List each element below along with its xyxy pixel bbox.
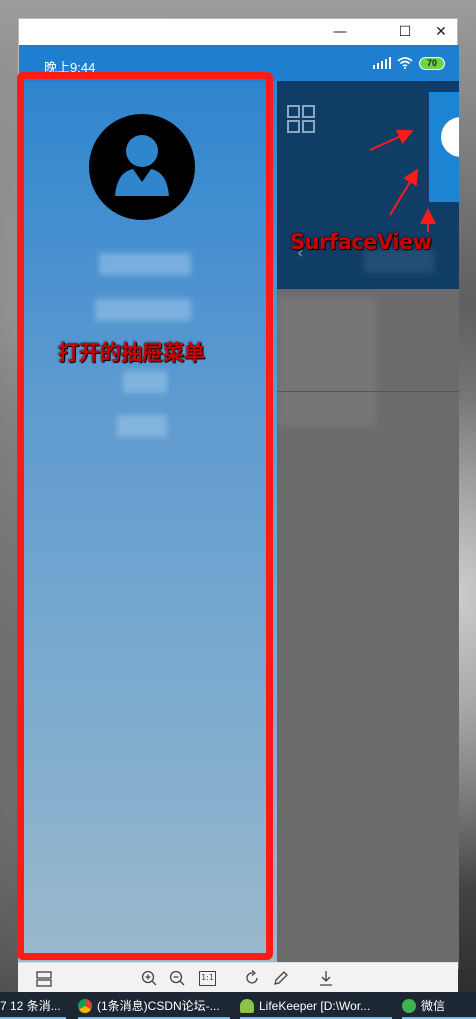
zoom-out-icon[interactable] <box>169 970 185 986</box>
viewer-toolbar: 1:1 <box>18 962 458 992</box>
taskbar-item-label: 微信 <box>421 999 446 1013</box>
windows-taskbar: 7 12 条消... (1条消息)CSDN论坛-... LifeKeeper [… <box>0 992 476 1019</box>
taskbar-item-label: LifeKeeper [D:\Wor... <box>259 998 371 1013</box>
drawer-annotation-label: 打开的抽屉菜单 <box>58 342 205 365</box>
list-item <box>277 297 377 427</box>
zoom-in-icon[interactable] <box>141 970 157 986</box>
wechat-icon <box>402 998 416 1013</box>
chrome-icon <box>78 998 92 1013</box>
arrow-1 <box>369 129 414 151</box>
list-divider <box>277 391 459 392</box>
edit-icon[interactable] <box>273 970 289 986</box>
taskbar-item-label: 7 12 条消... <box>0 999 61 1013</box>
taskbar-item-chrome[interactable]: (1条消息)CSDN论坛-... <box>78 992 230 1019</box>
taskbar-item-wechat[interactable]: 微信 <box>402 992 476 1019</box>
taskbar-item-chat[interactable]: 7 12 条消... <box>0 992 66 1019</box>
annotation-arrows <box>369 129 436 232</box>
rotate-icon[interactable] <box>244 970 260 986</box>
taskbar-item-android-studio[interactable]: LifeKeeper [D:\Wor... <box>240 992 392 1019</box>
layout-icon[interactable] <box>36 971 52 987</box>
download-icon[interactable] <box>318 970 334 986</box>
arrow-2 <box>389 168 419 216</box>
android-icon <box>240 998 254 1013</box>
actual-size-icon[interactable]: 1:1 <box>199 971 216 986</box>
taskbar-item-label: (1条消息)CSDN论坛-... <box>97 999 220 1013</box>
main-content-list <box>277 289 459 969</box>
